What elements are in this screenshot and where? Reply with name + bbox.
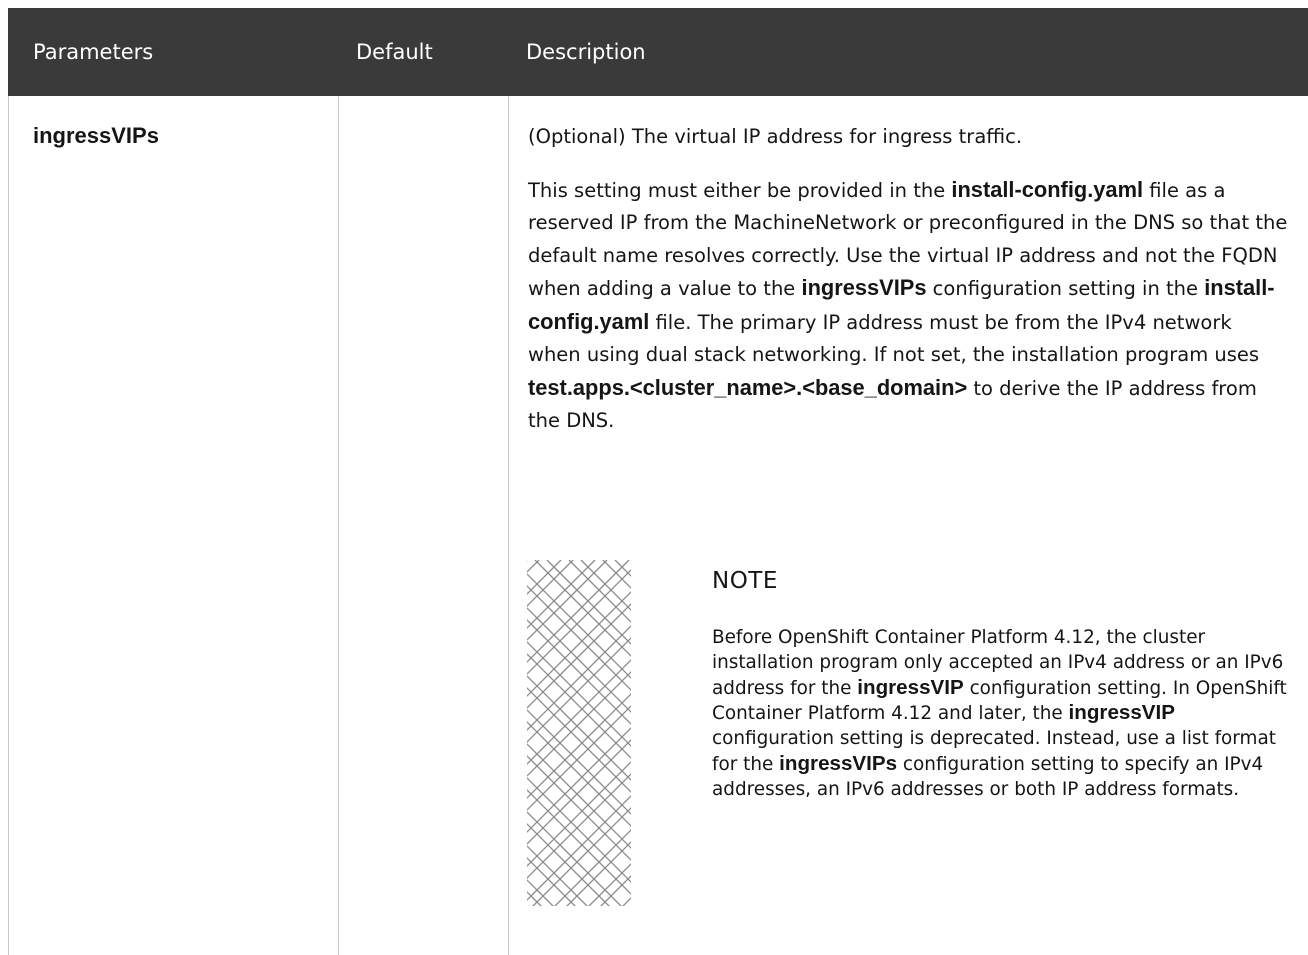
column-divider-left [8, 96, 9, 955]
bold-term: ingressVIP [1068, 701, 1175, 725]
note-body: Before OpenShift Container Platform 4.12… [712, 626, 1302, 803]
note-admonition: NOTE Before OpenShift Container Platform… [527, 560, 1307, 910]
parameters-table: Parameters Default Description ingressVI… [0, 0, 1308, 955]
parameter-description: (Optional) The virtual IP address for in… [528, 121, 1288, 438]
text-run: configuration setting in the [926, 277, 1205, 300]
header-default: Default [356, 40, 433, 64]
column-divider-default [338, 96, 339, 955]
description-summary: (Optional) The virtual IP address for in… [528, 125, 1023, 148]
bold-term: ingressVIPs [801, 275, 927, 300]
note-text: Before OpenShift Container Platform 4.12… [712, 626, 1302, 803]
lattice-pattern-icon [527, 560, 631, 906]
header-description: Description [526, 40, 646, 64]
note-title: NOTE [712, 568, 778, 594]
parameter-name: ingressVIPs [33, 123, 159, 148]
bold-term: ingressVIP [857, 675, 964, 699]
text-run: This setting must either be provided in … [528, 178, 952, 202]
table-header-row: Parameters Default Description [8, 8, 1308, 96]
bold-term: install-config.yaml [951, 176, 1144, 202]
description-details: This setting must either be provided in … [528, 174, 1288, 438]
bold-term: ingressVIPs [779, 751, 898, 775]
header-parameters: Parameters [33, 40, 154, 64]
column-divider-description [508, 96, 509, 955]
bold-term: test.apps.<cluster_name>.<base_domain> [528, 374, 968, 400]
